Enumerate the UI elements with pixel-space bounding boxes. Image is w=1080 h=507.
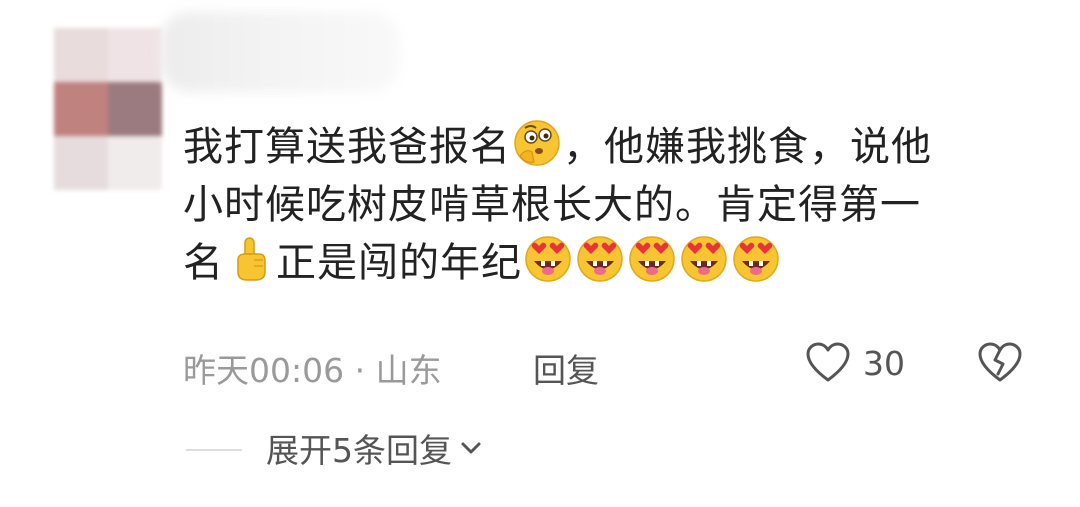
broken-heart-icon[interactable] bbox=[977, 340, 1023, 386]
chevron-down-icon bbox=[461, 442, 481, 454]
avatar[interactable] bbox=[54, 28, 162, 190]
comment-meta-row: 昨天00:06 · 山东 回复 30 bbox=[183, 340, 1043, 390]
star-struck-drooling-emoji-icon bbox=[627, 234, 677, 284]
reply-divider-line bbox=[186, 449, 242, 451]
comment-text-segment: 正是闯的年纪 bbox=[276, 240, 522, 286]
comment-time-location: 昨天00:06 · 山东 bbox=[183, 351, 442, 390]
comment-text-segment: 我打算送我爸报名 bbox=[183, 124, 511, 170]
comment-text-segment: 名 bbox=[183, 240, 224, 286]
like-count: 30 bbox=[863, 344, 905, 383]
expand-replies-button[interactable]: 展开5条回复 bbox=[266, 424, 484, 472]
comment-line-3: 名 正是闯的年纪 bbox=[183, 234, 1043, 292]
heart-outline-icon[interactable] bbox=[805, 340, 851, 386]
star-struck-drooling-emoji-icon bbox=[523, 234, 573, 284]
username-blurred[interactable] bbox=[160, 12, 400, 92]
star-struck-drooling-emoji-icon bbox=[575, 234, 625, 284]
star-struck-drooling-emoji-icon bbox=[731, 234, 781, 284]
comment-line-2: 小时候吃树皮啃草根长大的。肯定得第一 bbox=[183, 182, 921, 228]
reply-button[interactable]: 回复 bbox=[533, 344, 599, 392]
expand-replies-label: 展开5条回复 bbox=[266, 431, 452, 470]
comment-text-segment: ，他嫌我挑食，说他 bbox=[563, 124, 932, 170]
thinking-face-emoji-icon bbox=[512, 118, 562, 168]
star-struck-drooling-emoji-icon bbox=[679, 234, 729, 284]
index-pointing-up-emoji-icon bbox=[225, 234, 275, 284]
comment-line-1: 我打算送我爸报名 ，他嫌我挑食，说他 bbox=[183, 118, 1043, 176]
comment-text: 我打算送我爸报名 ，他嫌我挑食，说他 小时候吃树皮啃草根长大的。肯定得第一 名 … bbox=[183, 118, 1043, 292]
